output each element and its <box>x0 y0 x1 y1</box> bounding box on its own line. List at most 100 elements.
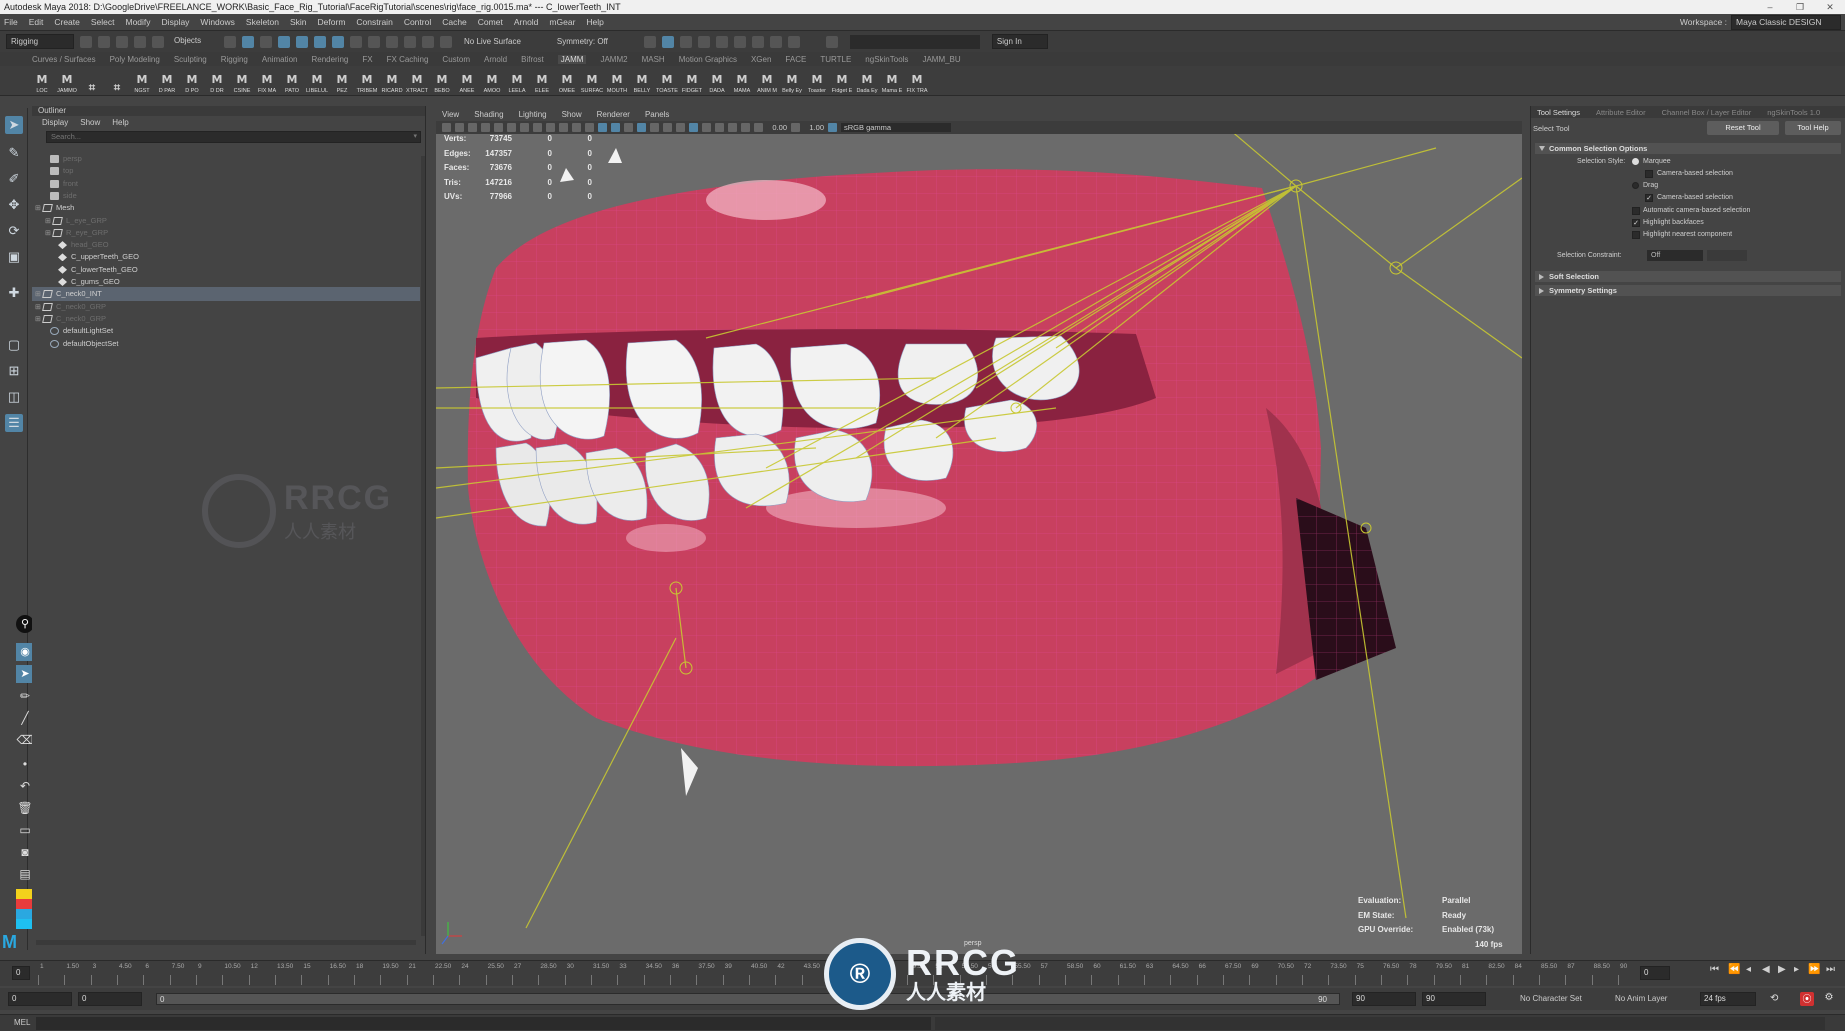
animation-preferences-icon[interactable]: ⚙ <box>1822 992 1836 1006</box>
redo-icon[interactable] <box>152 35 164 48</box>
lock-selection-icon[interactable] <box>350 35 362 48</box>
shelf-button[interactable]: M ELEE <box>532 72 552 95</box>
shelf-button[interactable]: M LEELA <box>507 72 527 95</box>
scale-tool-icon[interactable]: ▣ <box>5 248 23 266</box>
color-management-icon[interactable] <box>828 123 837 132</box>
multisample-icon[interactable] <box>689 123 698 132</box>
pause-icon[interactable] <box>787 35 800 48</box>
menu-cache[interactable]: Cache <box>442 17 467 27</box>
shelf-button[interactable]: M FIX MA <box>257 72 277 95</box>
save-scene-icon[interactable] <box>116 35 128 48</box>
shelf-button[interactable]: M Toaster <box>807 72 827 95</box>
image-plane-icon[interactable] <box>481 123 490 132</box>
go-to-start-icon[interactable]: ⏮ <box>1710 964 1719 978</box>
menu-select[interactable]: Select <box>91 17 115 27</box>
menu-create[interactable]: Create <box>54 17 80 27</box>
shelf-tab-curves-surfaces[interactable]: Curves / Surfaces <box>32 55 96 64</box>
auto-camera-checkbox[interactable] <box>1632 207 1640 215</box>
shelf-button[interactable]: M FIDGET <box>682 72 702 95</box>
grid-icon[interactable] <box>494 123 503 132</box>
reset-tool-button[interactable]: Reset Tool <box>1707 121 1779 135</box>
shelf-button[interactable]: M TRIBEM <box>357 72 378 95</box>
shelf-tab-bifrost[interactable]: Bifrost <box>521 55 544 64</box>
component-mode-icon[interactable] <box>260 35 272 48</box>
field-chart-icon[interactable] <box>546 123 555 132</box>
step-forward-frame-icon[interactable]: ▸ <box>1794 964 1799 978</box>
menu-mgear[interactable]: mGear <box>549 17 575 27</box>
menu-display[interactable]: Display <box>162 17 190 27</box>
playback-end-field[interactable]: 90 <box>1352 992 1416 1006</box>
sign-in-button[interactable]: Sign In <box>991 34 1048 49</box>
go-to-end-icon[interactable]: ⏭ <box>1826 964 1835 978</box>
menu-skeleton[interactable]: Skeleton <box>246 17 279 27</box>
shelf-tab-fx-caching[interactable]: FX Caching <box>387 55 429 64</box>
drag-radio[interactable] <box>1632 182 1639 189</box>
modeling-toolkit-icon[interactable] <box>825 35 838 48</box>
shelf-tab-arnold[interactable]: Arnold <box>484 55 507 64</box>
gamma-field[interactable]: 1.00 <box>804 123 824 132</box>
outliner-search-input[interactable]: Search... ▾ <box>46 131 421 143</box>
viewport-menu-show[interactable]: Show <box>562 110 582 119</box>
shelf-button[interactable]: M MOUTH <box>607 72 627 95</box>
shelf-button[interactable]: M NGST <box>132 72 152 95</box>
step-forward-key-icon[interactable]: ⏩ <box>1808 964 1820 978</box>
safe-title-icon[interactable] <box>572 123 581 132</box>
animation-start-field[interactable]: 0 <box>8 992 72 1006</box>
ambient-occlusion-icon[interactable] <box>663 123 672 132</box>
menu-windows[interactable]: Windows <box>200 17 234 27</box>
select-by-curve-icon[interactable] <box>314 35 326 48</box>
search-options-icon[interactable]: ▾ <box>413 132 417 142</box>
mel-label[interactable]: MEL <box>14 1018 30 1027</box>
rotate-tool-icon[interactable]: ⟳ <box>5 222 23 240</box>
move-tool-icon[interactable]: ✥ <box>5 196 23 214</box>
snap-point-icon[interactable] <box>404 35 416 48</box>
camera-attributes-icon[interactable] <box>442 123 451 132</box>
select-by-handle-icon[interactable] <box>278 35 290 48</box>
render-settings-icon[interactable] <box>733 35 746 48</box>
highlight-nearest-checkbox[interactable] <box>1632 231 1640 239</box>
shelf-button[interactable]: M TOASTE <box>656 72 678 95</box>
shelf-button[interactable]: M ANEE <box>457 72 477 95</box>
object-mode-icon[interactable] <box>242 35 254 48</box>
outliner-layout-icon[interactable]: ☰ <box>5 414 23 432</box>
shelf-tab-custom[interactable]: Custom <box>442 55 470 64</box>
range-bar[interactable]: 0 90 <box>156 993 1340 1005</box>
xray-joints-icon[interactable] <box>741 123 750 132</box>
viewport-menu-shading[interactable]: Shading <box>474 110 503 119</box>
shelf-button[interactable]: M AMOO <box>482 72 502 95</box>
four-view-layout-icon[interactable]: ⊞ <box>5 362 23 380</box>
marquee-radio[interactable] <box>1632 158 1639 165</box>
ipr-render-icon[interactable] <box>715 35 728 48</box>
viewport-menu-renderer[interactable]: Renderer <box>597 110 630 119</box>
step-back-key-icon[interactable]: ⏪ <box>1728 964 1740 978</box>
viewport-menu-panels[interactable]: Panels <box>645 110 669 119</box>
selection-constraint-dropdown[interactable]: Off <box>1647 250 1703 261</box>
camera-based-checkbox-1[interactable] <box>1645 170 1653 178</box>
shelf-tab-mash[interactable]: MASH <box>642 55 665 64</box>
outliner-menu-show[interactable]: Show <box>80 118 100 127</box>
new-scene-icon[interactable] <box>80 35 92 48</box>
shelf-tab-ngskintools[interactable]: ngSkinTools <box>865 55 908 64</box>
shelf-button[interactable]: M DADA <box>707 72 727 95</box>
undo-icon[interactable] <box>134 35 146 48</box>
wireframe-icon[interactable] <box>585 123 594 132</box>
menu-constrain[interactable]: Constrain <box>356 17 392 27</box>
shelf-button[interactable]: M FIX TRA <box>907 72 928 95</box>
shelf-button[interactable]: M BELLY <box>632 72 652 95</box>
auto-key-icon[interactable]: ⦿ <box>1800 992 1814 1006</box>
live-surface-label[interactable]: No Live Surface <box>464 37 521 46</box>
last-tool-icon[interactable]: ✚ <box>5 284 23 302</box>
menu-deform[interactable]: Deform <box>318 17 346 27</box>
shelf-tab-motion-graphics[interactable]: Motion Graphics <box>679 55 737 64</box>
shelf-button[interactable]: ⌗ <box>82 80 102 95</box>
shelf-button[interactable]: M D PO <box>182 72 202 95</box>
resolution-gate-icon[interactable] <box>520 123 529 132</box>
motion-blur-icon[interactable] <box>676 123 685 132</box>
single-perspective-layout-icon[interactable]: ▢ <box>5 336 23 354</box>
right-tab-channel-box-layer-editor[interactable]: Channel Box / Layer Editor <box>1662 108 1752 117</box>
outliner-item[interactable]: defaultObjectSet <box>32 337 420 351</box>
exposure-icon[interactable] <box>754 123 763 132</box>
shelf-button[interactable]: M Fidget E <box>832 72 852 95</box>
shelf-tab-jamm-bu[interactable]: JAMM_BU <box>922 55 960 64</box>
shelf-button[interactable]: M RICARD <box>381 72 402 95</box>
